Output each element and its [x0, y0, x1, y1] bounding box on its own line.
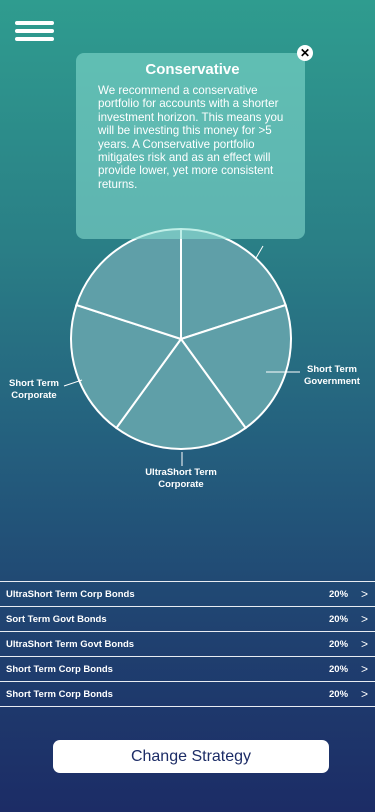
- popup-title: Conservative: [145, 61, 240, 78]
- holding-row[interactable]: Sort Term Govt Bonds 20% >: [0, 606, 375, 631]
- pie-leader-line: [255, 245, 264, 259]
- pie-label-line: Short Term: [9, 378, 59, 389]
- strategy-info-popup: Conservative We recommend a conservative…: [76, 53, 305, 239]
- pie-label-line: Short Term: [307, 364, 357, 375]
- popup-description: We recommend a conservative portfolio fo…: [98, 84, 284, 191]
- holding-percent: 20%: [329, 664, 349, 675]
- holding-percent: 20%: [329, 614, 349, 625]
- holding-row[interactable]: Short Term Corp Bonds 20% >: [0, 681, 375, 707]
- chevron-right-icon: >: [361, 637, 369, 651]
- pie-label-line: Corporate: [158, 479, 204, 490]
- holding-percent: 20%: [329, 639, 349, 650]
- change-strategy-button[interactable]: Change Strategy: [53, 740, 329, 773]
- holding-name: Sort Term Govt Bonds: [6, 614, 107, 625]
- holding-name: UltraShort Term Govt Bonds: [6, 639, 135, 650]
- holding-name: Short Term Corp Bonds: [6, 689, 113, 700]
- pie-label-short-term-corporate: Short Term Corporate: [4, 378, 64, 402]
- pie-label-line: Government: [304, 376, 360, 387]
- holding-name: UltraShort Term Corp Bonds: [6, 589, 135, 600]
- pie-label-ultrashort-term-corporate: UltraShort Term Corporate: [136, 467, 226, 491]
- chevron-right-icon: >: [361, 612, 369, 626]
- holding-row[interactable]: Short Term Corp Bonds 20% >: [0, 656, 375, 681]
- holding-percent: 20%: [329, 689, 349, 700]
- holdings-list: UltraShort Term Corp Bonds 20% > Sort Term …: [0, 581, 375, 707]
- chevron-right-icon: >: [361, 587, 369, 601]
- pie-label-line: Corporate: [11, 390, 57, 401]
- pie-label-short-term-government: Short Term Government: [300, 364, 364, 388]
- close-icon[interactable]: ✕: [297, 45, 313, 61]
- holding-row[interactable]: UltraShort Term Govt Bonds 20% >: [0, 631, 375, 656]
- chevron-right-icon: >: [361, 687, 369, 701]
- holding-name: Short Term Corp Bonds: [6, 664, 113, 675]
- chevron-right-icon: >: [361, 662, 369, 676]
- holding-percent: 20%: [329, 589, 349, 600]
- pie-label-line: UltraShort Term: [145, 467, 217, 478]
- holding-row[interactable]: UltraShort Term Corp Bonds 20% >: [0, 581, 375, 606]
